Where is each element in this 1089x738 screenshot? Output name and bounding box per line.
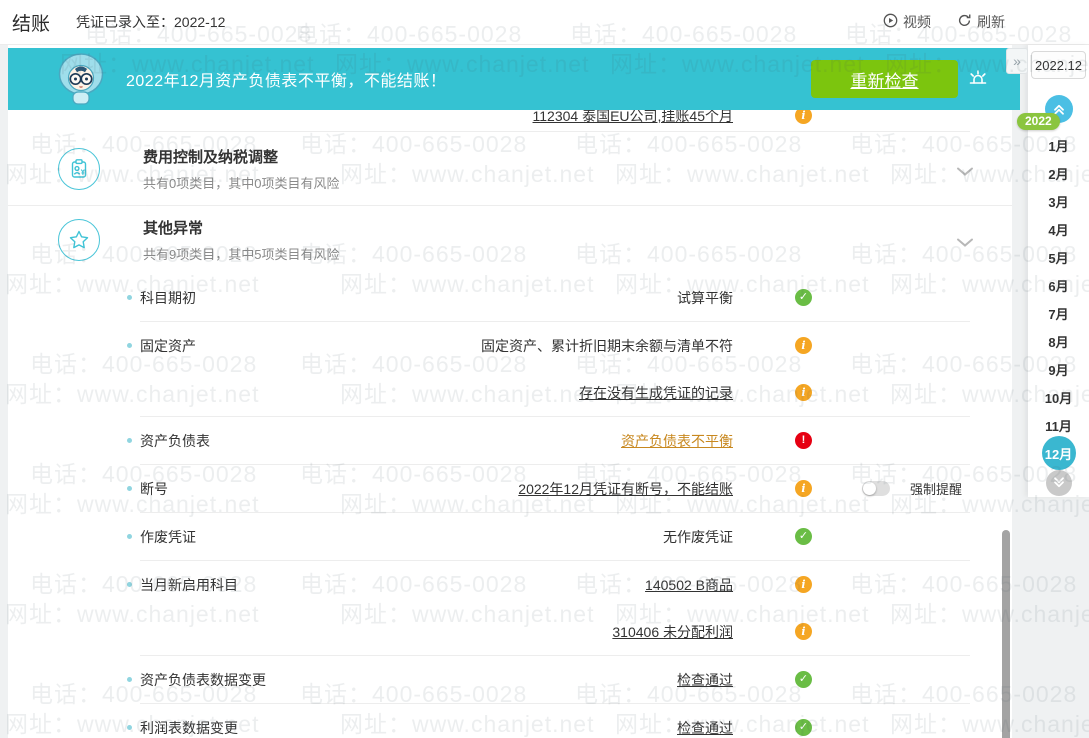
bullet-icon xyxy=(127,725,132,730)
sidebar-month-3月[interactable]: 3月 xyxy=(1028,187,1089,215)
check-row: 断号 2022年12月凭证有断号，不能结账 i 强制提醒 xyxy=(127,465,970,513)
current-period: 2022.12 xyxy=(1031,51,1086,79)
check-row: 作废凭证 无作废凭证 ✓ xyxy=(127,513,970,561)
force-remind-label: 强制提醒 xyxy=(909,482,962,497)
scroll-down-icon[interactable] xyxy=(1045,470,1072,496)
video-button[interactable]: 视频 xyxy=(883,12,931,32)
sidebar-month-6月[interactable]: 6月 xyxy=(1028,271,1089,299)
check-result-link[interactable]: 资产负债表不平衡 xyxy=(621,417,733,464)
warning-status-icon: i xyxy=(795,337,812,354)
section-title: 费用控制及纳税调整 xyxy=(143,148,279,166)
check-result-text: 无作废凭证 xyxy=(663,528,733,545)
sidebar-month-10月[interactable]: 10月 xyxy=(1028,383,1089,411)
section-subtitle: 共有9项类目，其中5项类目有风险 xyxy=(143,247,340,262)
refresh-label: 刷新 xyxy=(977,14,1005,30)
check-row: 当月新启用科目 140502 B商品 i 310406 未分配利润 i xyxy=(127,561,970,656)
check-row: 科目期初 试算平衡 ✓ xyxy=(127,274,970,322)
section-expense-control[interactable]: 费用控制及纳税调整 共有0项类目，其中0项类目有风险 xyxy=(8,132,1012,206)
check-item-label: 断号 xyxy=(127,465,168,512)
section-other-anomalies[interactable]: 其他异常 共有9项类目，其中5项类目有风险 xyxy=(8,206,1012,274)
banner-message: 2022年12月资产负债表不平衡，不能结账！ xyxy=(126,73,447,90)
play-icon xyxy=(883,13,898,31)
check-item-label: 资产负债表数据变更 xyxy=(127,656,266,703)
ok-status-icon: ✓ xyxy=(795,528,812,545)
check-result-text: 试算平衡 xyxy=(677,289,733,306)
closing-check-panel: 112304 泰国EU公司,挂账45个月 i 费用控制及纳税调整 共有0项类目，… xyxy=(8,45,1012,738)
ok-status-icon: ✓ xyxy=(795,671,812,688)
error-status-icon: ! xyxy=(795,432,812,449)
sidebar-month-9月[interactable]: 9月 xyxy=(1028,355,1089,383)
warning-status-icon: i xyxy=(795,384,812,401)
clipboard-icon xyxy=(58,147,100,190)
ok-status-icon: ✓ xyxy=(795,719,812,736)
month-sidebar: 2022.12 2022 1月 2月 3月 4月 5月 6月 7月 8月 9月 10月 11月 12月 xyxy=(1017,45,1089,497)
video-label: 视频 xyxy=(903,14,931,30)
section-subtitle: 共有0项类目，其中0项类目有风险 xyxy=(143,175,340,191)
sidebar-month-2月[interactable]: 2月 xyxy=(1028,159,1089,187)
check-item-label: 资产负债表 xyxy=(127,417,210,464)
bullet-icon xyxy=(127,438,132,443)
check-item-label: 当月新启用科目 xyxy=(127,561,238,608)
check-result-link[interactable]: 310406 未分配利润 xyxy=(612,608,733,655)
check-result-link[interactable]: 140502 B商品 xyxy=(645,561,733,608)
sidebar-month-11月[interactable]: 11月 xyxy=(1028,411,1089,439)
month-list: 1月 2月 3月 4月 5月 6月 7月 8月 9月 10月 11月 12月 xyxy=(1028,131,1089,470)
voucher-entered-subtitle: 凭证已录入至：2022-12 xyxy=(76,14,226,30)
scrollbar-thumb[interactable] xyxy=(1002,530,1010,738)
check-list: 科目期初 试算平衡 ✓ 固定资产 固定资产、累计折旧期末余额与清单不符 i 存在没有生成凭证… xyxy=(8,274,1012,738)
ok-status-icon: ✓ xyxy=(795,289,812,306)
check-row: 资产负债表 资产负债表不平衡! xyxy=(127,417,970,465)
warning-status-icon: i xyxy=(795,480,812,497)
check-result-link[interactable]: 检查通过 xyxy=(677,704,733,738)
check-item-label: 作废凭证 xyxy=(127,513,196,560)
chevron-down-icon[interactable] xyxy=(956,164,974,182)
recheck-button[interactable]: 重新检查 xyxy=(811,60,958,98)
warning-status-icon: i xyxy=(795,576,812,593)
collapse-sidebar-tab[interactable]: » xyxy=(1006,48,1028,74)
check-result-link[interactable]: 检查通过 xyxy=(677,656,733,703)
bullet-icon xyxy=(127,677,132,682)
check-row: 固定资产 固定资产、累计折旧期末余额与清单不符 i 存在没有生成凭证的记录 i xyxy=(127,322,970,417)
star-icon xyxy=(58,219,100,261)
refresh-button[interactable]: 刷新 xyxy=(957,12,1005,32)
mascot-icon xyxy=(52,50,110,108)
alarm-lamp-icon[interactable] xyxy=(966,67,990,91)
bullet-icon xyxy=(127,486,132,491)
sidebar-month-1月[interactable]: 1月 xyxy=(1028,131,1089,159)
check-item-label: 利润表数据变更 xyxy=(127,704,238,738)
check-result-link[interactable]: 存在没有生成凭证的记录 xyxy=(579,369,733,416)
check-result-text: 固定资产、累计折旧期末余额与清单不符 xyxy=(481,337,733,354)
bullet-icon xyxy=(127,295,132,300)
alert-banner: 2022年12月资产负债表不平衡，不能结账！ 重新检查 xyxy=(8,48,1020,110)
sidebar-month-7月[interactable]: 7月 xyxy=(1028,299,1089,327)
check-item-label: 科目期初 xyxy=(127,274,196,321)
sidebar-month-8月[interactable]: 8月 xyxy=(1028,327,1089,355)
refresh-icon xyxy=(957,13,972,31)
check-row: 利润表数据变更 检查通过 ✓ xyxy=(127,704,970,738)
force-remind-toggle[interactable] xyxy=(862,481,890,496)
section-title: 其他异常 xyxy=(143,220,204,237)
check-result-link[interactable]: 2022年12月凭证有断号，不能结账 xyxy=(518,465,733,512)
bullet-icon xyxy=(127,343,132,348)
check-item-label: 固定资产 xyxy=(127,322,196,369)
bullet-icon xyxy=(127,582,132,587)
check-row: 资产负债表数据变更 检查通过 ✓ xyxy=(127,656,970,704)
top-bar: 结账 凭证已录入至：2022-12 视频 刷新 xyxy=(0,0,1089,45)
chevron-down-icon[interactable] xyxy=(956,235,974,253)
page-title: 结账 xyxy=(12,13,51,35)
sidebar-month-5月[interactable]: 5月 xyxy=(1028,243,1089,271)
year-badge: 2022 xyxy=(1017,113,1060,130)
sidebar-month-4月[interactable]: 4月 xyxy=(1028,215,1089,243)
warning-status-icon: i xyxy=(795,623,812,640)
sidebar-month-12月[interactable]: 12月 xyxy=(1028,436,1089,470)
bullet-icon xyxy=(127,534,132,539)
